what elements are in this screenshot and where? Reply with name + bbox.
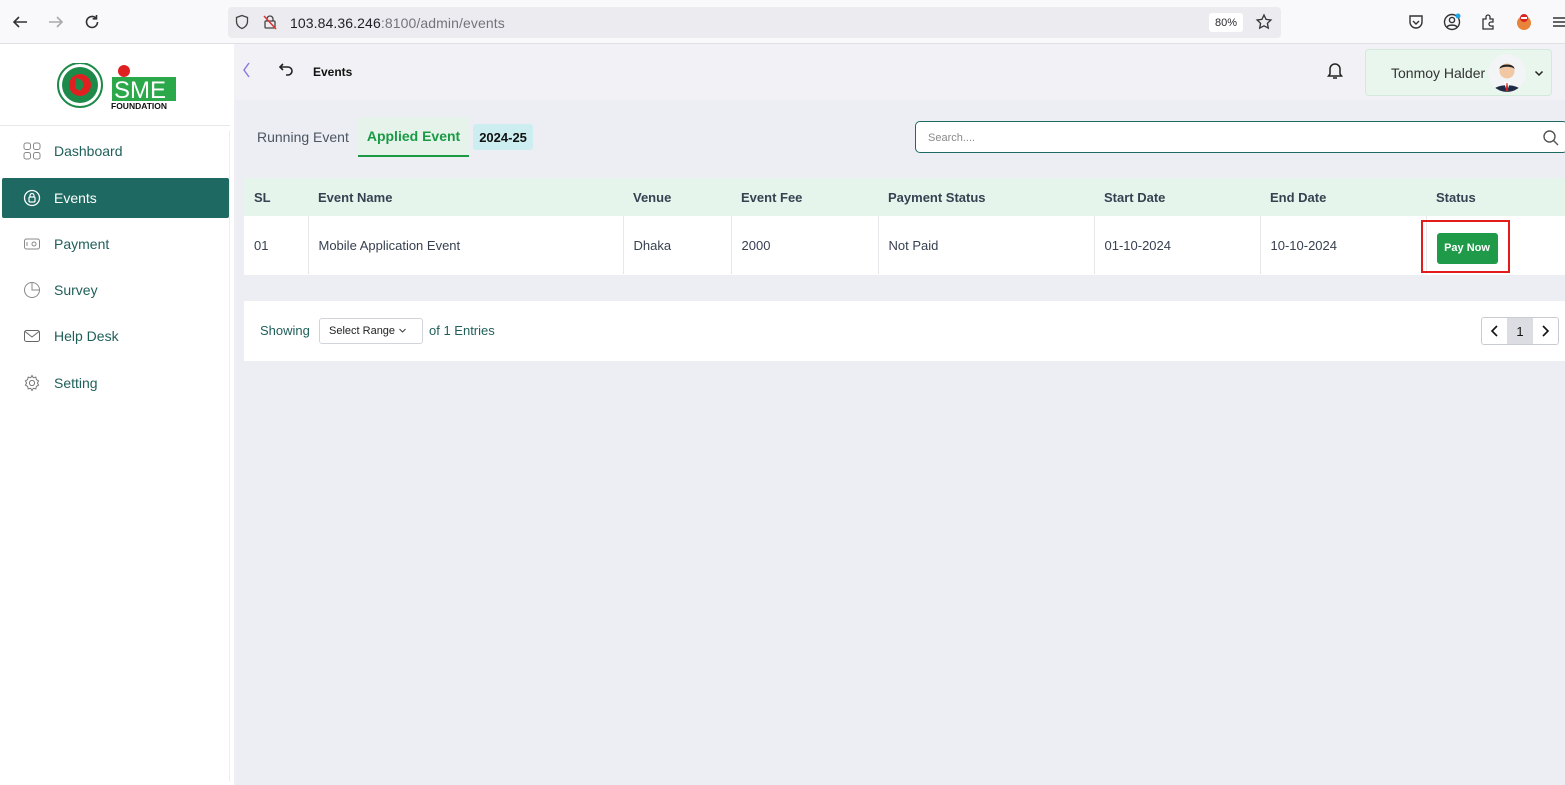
- cell-status: Pay Now: [1420, 216, 1565, 274]
- search-box: [915, 121, 1565, 153]
- back-arrow-icon[interactable]: [9, 11, 31, 33]
- search-icon[interactable]: [1542, 129, 1560, 152]
- cell-sl: 01: [244, 216, 309, 274]
- pie-icon: [22, 280, 42, 300]
- table-header-row: SL Event Name Venue Event Fee Payment St…: [244, 178, 1565, 216]
- sidebar-item-dashboard[interactable]: Dashboard: [2, 131, 229, 171]
- column-header: Event Fee: [741, 189, 803, 205]
- cell-venue: Dhaka: [623, 216, 732, 274]
- pay-now-button[interactable]: Pay Now: [1436, 232, 1498, 264]
- sidebar-item-label: Setting: [54, 375, 98, 391]
- tab-applied-event[interactable]: Applied Event: [357, 117, 470, 157]
- card-icon: [22, 234, 42, 254]
- column-header: Event Name: [318, 189, 393, 205]
- next-page-button[interactable]: [1533, 318, 1558, 344]
- undo-back-icon[interactable]: [278, 61, 296, 82]
- cell-end-date: 10-10-2024: [1260, 216, 1427, 274]
- chevron-down-icon[interactable]: [1533, 66, 1545, 84]
- page-number[interactable]: 1: [1507, 318, 1533, 344]
- column-header: SL: [254, 189, 271, 205]
- prev-page-button[interactable]: [1482, 318, 1507, 344]
- lock-circle-icon: [22, 188, 42, 208]
- cell-payment-status: Not Paid: [878, 216, 1095, 274]
- forward-arrow-icon[interactable]: [45, 11, 67, 33]
- event-tabs: Running Event Applied Event 2024-25: [248, 117, 533, 157]
- column-header: Status: [1436, 189, 1476, 205]
- table-row: 01 Mobile Application Event Dhaka 2000 N…: [244, 216, 1565, 274]
- events-table: SL Event Name Venue Event Fee Payment St…: [244, 178, 1565, 275]
- column-header: Start Date: [1104, 189, 1166, 205]
- svg-text:SME: SME: [114, 77, 166, 104]
- address-bar[interactable]: 103.84.36.246:8100/admin/events 80%: [228, 7, 1281, 38]
- cell-event-name: Mobile Application Event: [308, 216, 624, 274]
- menu-icon[interactable]: [1549, 12, 1565, 32]
- chevron-down-icon: [398, 326, 407, 337]
- grid-icon: [22, 141, 42, 161]
- pagination: 1: [1481, 317, 1559, 345]
- sidebar-item-label: Survey: [54, 282, 98, 298]
- column-header: Venue: [633, 189, 672, 205]
- avatar: [1488, 54, 1526, 92]
- sidebar-item-label: Help Desk: [54, 328, 119, 344]
- tab-running-event[interactable]: Running Event: [248, 117, 358, 157]
- insecure-lock-icon[interactable]: [262, 14, 278, 35]
- main-content: Running Event Applied Event 2024-25 SL E…: [236, 100, 1565, 785]
- app-header: Events Tonmoy Halder: [234, 44, 1565, 100]
- gear-icon: [22, 373, 42, 393]
- logo-area: SME FOUNDATION: [0, 44, 230, 126]
- mail-icon: [22, 326, 42, 346]
- pocket-icon[interactable]: [1406, 12, 1426, 32]
- search-input[interactable]: [928, 129, 1528, 147]
- entries-count: of 1 Entries: [429, 323, 495, 338]
- bell-icon[interactable]: [1326, 60, 1344, 85]
- table-footer: Showing Select Range of 1 Entries 1: [244, 301, 1565, 361]
- collapse-sidebar-chevron-icon[interactable]: [240, 60, 252, 85]
- page-title: Events: [313, 65, 353, 79]
- bookmark-star-icon[interactable]: [1255, 13, 1273, 36]
- sidebar-item-survey[interactable]: Survey: [2, 270, 229, 310]
- range-select-value: Select Range: [329, 325, 396, 337]
- sidebar-item-payment[interactable]: Payment: [2, 224, 229, 264]
- sidebar-item-label: Events: [54, 190, 97, 206]
- showing-label: Showing: [260, 323, 310, 338]
- sme-foundation-logo[interactable]: SME FOUNDATION: [56, 63, 180, 109]
- sidebar-item-label: Payment: [54, 236, 110, 252]
- column-header: End Date: [1270, 189, 1327, 205]
- user-menu[interactable]: Tonmoy Halder: [1365, 49, 1552, 96]
- browser-toolbar: 103.84.36.246:8100/admin/events 80%: [0, 0, 1565, 44]
- sidebar-nav: Dashboard Events Payment Survey Help Des…: [2, 131, 230, 781]
- account-icon[interactable]: [1442, 12, 1462, 32]
- svg-text:FOUNDATION: FOUNDATION: [111, 101, 167, 109]
- sidebar-item-help-desk[interactable]: Help Desk: [2, 316, 229, 356]
- reload-icon[interactable]: [81, 11, 103, 33]
- zoom-badge[interactable]: 80%: [1209, 13, 1243, 32]
- sidebar-item-setting[interactable]: Setting: [2, 363, 229, 403]
- url-text: 103.84.36.246:8100/admin/events: [290, 15, 505, 31]
- pay-now-highlight: Pay Now: [1420, 219, 1510, 273]
- cell-event-fee: 2000: [731, 216, 879, 274]
- column-header: Payment Status: [888, 189, 986, 205]
- user-name: Tonmoy Halder: [1391, 65, 1486, 81]
- shield-icon[interactable]: [234, 14, 250, 35]
- range-select[interactable]: Select Range: [319, 318, 423, 344]
- sidebar-item-events[interactable]: Events: [2, 178, 229, 218]
- cell-start-date: 01-10-2024: [1094, 216, 1261, 274]
- extensions-icon[interactable]: [1478, 12, 1498, 32]
- sidebar: SME FOUNDATION Dashboard Events Payment: [0, 44, 234, 785]
- fox-extension-icon[interactable]: [1514, 12, 1534, 32]
- sidebar-item-label: Dashboard: [54, 143, 123, 159]
- year-chip[interactable]: 2024-25: [473, 124, 533, 150]
